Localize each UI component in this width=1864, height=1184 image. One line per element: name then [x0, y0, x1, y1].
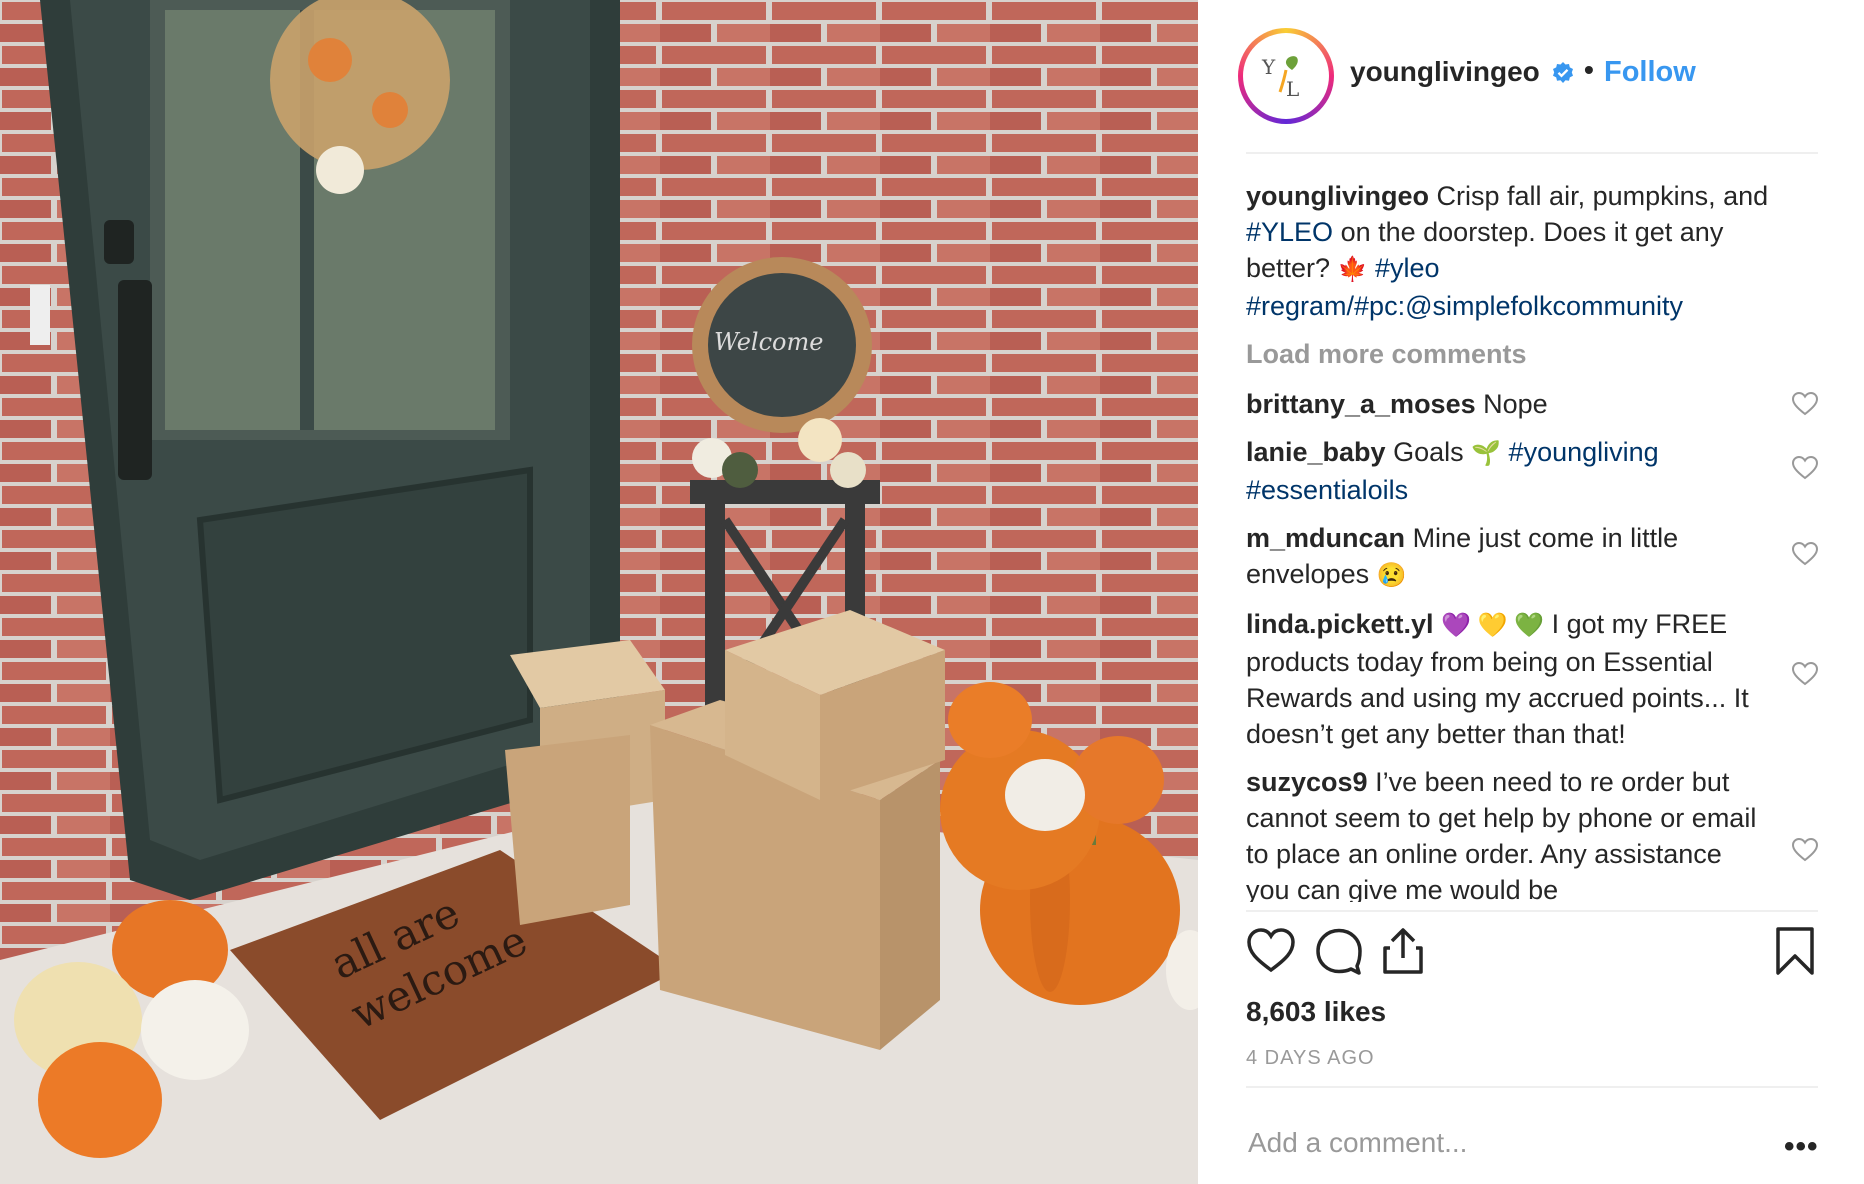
separator-dot: •: [1584, 54, 1594, 85]
comment-item: linda.pickett.yl 💜 💛 💚 I got my FREE pro…: [1246, 606, 1818, 752]
hashtag-link[interactable]: #YLEO: [1246, 217, 1333, 247]
post-actions: [1246, 926, 1818, 986]
heart-icon[interactable]: [1246, 926, 1296, 976]
actions-divider: [1246, 910, 1818, 912]
heart-icon[interactable]: [1792, 542, 1818, 566]
post-photo[interactable]: all are welcome Welcome: [0, 0, 1198, 1184]
post-caption: younglivingeo Crisp fall air, pumpkins, …: [1246, 178, 1806, 324]
comment-username[interactable]: linda.pickett.yl: [1246, 609, 1434, 639]
bookmark-icon[interactable]: [1770, 926, 1820, 976]
comment-icon[interactable]: [1314, 926, 1364, 976]
porch-scene-illustration: all are welcome Welcome: [0, 0, 1198, 1184]
comment-username[interactable]: lanie_baby: [1246, 437, 1386, 467]
avatar[interactable]: Y L: [1238, 28, 1334, 124]
young-living-logo-icon: Y L: [1243, 33, 1329, 119]
post-author-username[interactable]: younglivingeo: [1350, 56, 1540, 88]
comment-username[interactable]: brittany_a_moses: [1246, 389, 1476, 419]
seedling-emoji: 🌱: [1471, 440, 1502, 467]
header-divider: [1246, 152, 1818, 154]
heart-icon[interactable]: [1792, 662, 1818, 686]
load-more-comments-button[interactable]: Load more comments: [1246, 336, 1818, 372]
maple-leaf-emoji: 🍁: [1337, 256, 1368, 283]
hearts-emoji: 💜 💛 💚: [1441, 612, 1545, 639]
post-timestamp[interactable]: 4 DAYS AGO: [1246, 1047, 1375, 1070]
svg-text:L: L: [1286, 77, 1299, 101]
heart-icon[interactable]: [1792, 392, 1818, 416]
hashtag-link[interactable]: #yleo: [1375, 253, 1440, 283]
caption-username[interactable]: younglivingeo: [1246, 181, 1429, 211]
post-details-panel: Y L younglivingeo • Follow younglivingeo…: [1198, 0, 1864, 1184]
add-comment-input[interactable]: [1246, 1126, 1730, 1160]
crying-face-emoji: 😢: [1376, 562, 1407, 589]
comment-text: Nope: [1483, 389, 1548, 419]
comment-username[interactable]: m_mduncan: [1246, 523, 1405, 553]
hashtag-link[interactable]: #regram/#pc:@simplefolkcommunity: [1246, 291, 1683, 321]
comment-item: suzycos9 I’ve been need to re order but …: [1246, 764, 1818, 902]
comment-text: Goals: [1393, 437, 1464, 467]
svg-text:Y: Y: [1261, 55, 1276, 79]
share-icon[interactable]: [1378, 926, 1428, 976]
verified-badge-icon: [1553, 62, 1573, 83]
more-options-icon[interactable]: •••: [1784, 1130, 1819, 1164]
comment-item: brittany_a_moses Nope: [1246, 386, 1818, 422]
comment-item: lanie_baby Goals 🌱 #youngliving #essenti…: [1246, 434, 1818, 508]
caption-text-1: Crisp fall air, pumpkins, and: [1436, 181, 1769, 211]
comment-box-divider: [1246, 1086, 1818, 1088]
svg-text:Welcome: Welcome: [714, 328, 823, 356]
comments-list[interactable]: younglivingeo Crisp fall air, pumpkins, …: [1246, 178, 1818, 902]
heart-icon[interactable]: [1792, 456, 1818, 480]
likes-count[interactable]: 8,603 likes: [1246, 996, 1386, 1028]
comment-username[interactable]: suzycos9: [1246, 767, 1368, 797]
heart-icon[interactable]: [1792, 838, 1818, 862]
follow-button[interactable]: Follow: [1604, 56, 1696, 89]
post-header: Y L younglivingeo • Follow: [1198, 0, 1864, 152]
comment-item: m_mduncan Mine just come in little envel…: [1246, 520, 1818, 594]
